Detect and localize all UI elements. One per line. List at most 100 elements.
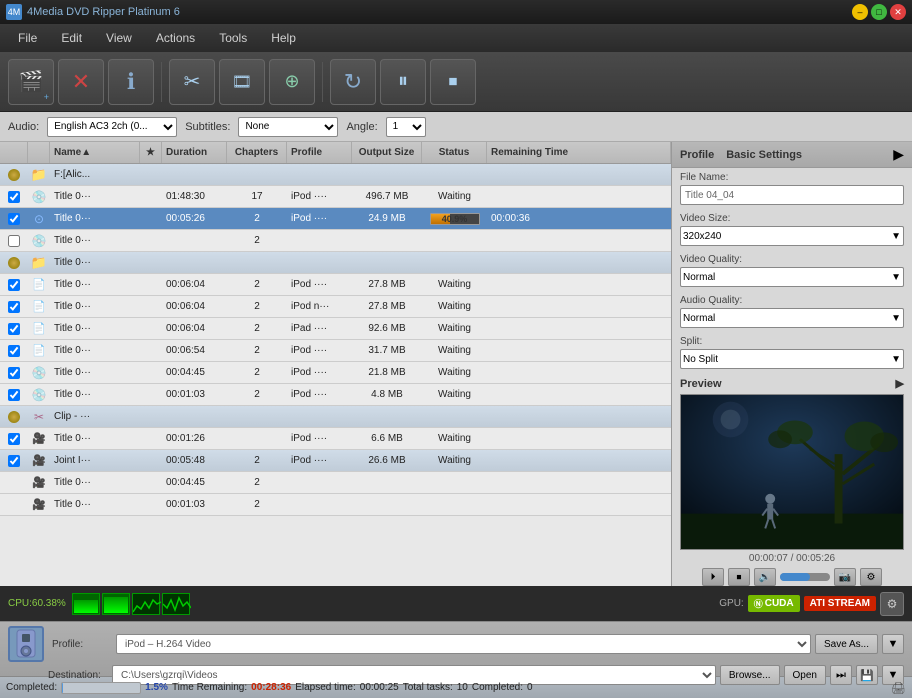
row-checkbox[interactable]: [8, 301, 20, 313]
group4-checkbox[interactable]: [8, 455, 20, 467]
row-check[interactable]: [0, 323, 28, 335]
list-item[interactable]: 📄 Title 0··· 00:06:54 2 iPod ···· 31.7 M…: [0, 340, 671, 362]
close-button[interactable]: ✕: [890, 4, 906, 20]
menu-actions[interactable]: Actions: [146, 28, 205, 48]
list-item[interactable]: 🎥 Title 0··· 00:01:26 iPod ···· 6.6 MB W…: [0, 428, 671, 450]
row-checkbox[interactable]: [8, 367, 20, 379]
angle-select[interactable]: 1: [386, 117, 426, 137]
row-checkbox[interactable]: [8, 389, 20, 401]
row-checkbox[interactable]: [8, 323, 20, 335]
list-item[interactable]: 💿 Title 0··· 00:04:45 2 iPod ···· 21.8 M…: [0, 362, 671, 384]
profile-select[interactable]: iPod – H.264 Video: [116, 634, 811, 654]
row-check[interactable]: [0, 191, 28, 203]
list-item[interactable]: 💿 Title 0··· 01:48:30 17 iPod ···· 496.7…: [0, 186, 671, 208]
list-item[interactable]: 🎥 Title 0··· 00:01:03 2: [0, 494, 671, 516]
video-quality-select[interactable]: Normal ▼: [680, 267, 904, 287]
row-duration: 00:01:03: [162, 499, 227, 510]
row-checkbox[interactable]: [8, 345, 20, 357]
list-item-selected[interactable]: ⊙ Title 0··· 00:05:26 2 iPod ···· 24.9 M…: [0, 208, 671, 230]
file-name-input[interactable]: [680, 185, 904, 205]
merge-button[interactable]: ⊕: [269, 59, 315, 105]
volume-button[interactable]: 🔊: [754, 568, 776, 586]
list-item[interactable]: 💿 Title 0··· 00:01:03 2 iPod ···· 4.8 MB…: [0, 384, 671, 406]
minus-icon: [8, 411, 20, 423]
gpu-settings-button[interactable]: ⚙: [880, 592, 904, 616]
stop-preview-button[interactable]: ⏹: [728, 568, 750, 586]
group4-duration: 00:05:48: [162, 455, 227, 466]
row-check[interactable]: [0, 345, 28, 357]
profile-menu-button[interactable]: ▼: [882, 634, 904, 654]
add-dvd-button[interactable]: 🎬 +: [8, 59, 54, 105]
subtitles-select[interactable]: None: [238, 117, 338, 137]
list-item[interactable]: 📄 Title 0··· 00:06:04 2 iPod n··· 27.8 M…: [0, 296, 671, 318]
header-icon: [28, 142, 50, 163]
file-icon: 📄: [32, 322, 46, 335]
menu-file[interactable]: File: [8, 28, 47, 48]
expand-icon[interactable]: ▶: [893, 146, 904, 163]
tab-basic-settings[interactable]: Basic Settings: [726, 149, 802, 161]
window-controls[interactable]: – □ ✕: [852, 4, 906, 20]
group2-check[interactable]: [0, 257, 28, 269]
row-check[interactable]: [0, 367, 28, 379]
group4-check[interactable]: [0, 455, 28, 467]
stop-button[interactable]: ⏹: [430, 59, 476, 105]
trim-button[interactable]: 🎞: [219, 59, 265, 105]
split-value: No Split: [683, 354, 718, 365]
row-checkbox[interactable]: [8, 191, 20, 203]
volume-slider[interactable]: [780, 573, 830, 581]
row-check[interactable]: [0, 301, 28, 313]
row-size: 27.8 MB: [352, 279, 422, 290]
video-size-select[interactable]: 320x240 ▼: [680, 226, 904, 246]
menu-help[interactable]: Help: [261, 28, 306, 48]
convert-button[interactable]: ↻: [330, 59, 376, 105]
split-select[interactable]: No Split ▼: [680, 349, 904, 369]
status-progress-fill: [62, 683, 63, 693]
row-check[interactable]: [0, 235, 28, 247]
row-checkbox[interactable]: [8, 213, 20, 225]
preview-expand-icon[interactable]: ▶: [896, 377, 904, 390]
save-as-button[interactable]: Save As...: [815, 634, 878, 654]
menu-view[interactable]: View: [96, 28, 142, 48]
header-name[interactable]: Name▲: [50, 142, 140, 163]
menu-tools[interactable]: Tools: [209, 28, 257, 48]
row-check[interactable]: [0, 213, 28, 225]
list-item[interactable]: 📄 Title 0··· 00:06:04 2 iPod ···· 27.8 M…: [0, 274, 671, 296]
row-duration: 00:01:26: [162, 433, 227, 444]
group4-size: 26.6 MB: [352, 455, 422, 466]
browse-button[interactable]: Browse...: [720, 665, 780, 685]
list-item[interactable]: 🎥 Title 0··· 00:04:45 2: [0, 472, 671, 494]
cut-button[interactable]: ✂: [169, 59, 215, 105]
group1-check[interactable]: [0, 169, 28, 181]
info-button[interactable]: ℹ: [108, 59, 154, 105]
row-check[interactable]: [0, 279, 28, 291]
subtitles-label: Subtitles:: [185, 121, 230, 133]
open-button[interactable]: Open: [784, 665, 826, 685]
row-check[interactable]: [0, 389, 28, 401]
group3-check[interactable]: [0, 411, 28, 423]
row-checkbox[interactable]: [8, 279, 20, 291]
dropdown-icon: ▼: [891, 354, 901, 365]
audio-select[interactable]: English AC3 2ch (0...: [47, 117, 177, 137]
audio-quality-select[interactable]: Normal ▼: [680, 308, 904, 328]
maximize-button[interactable]: □: [871, 4, 887, 20]
row-name: Title 0···: [50, 345, 140, 356]
save-dest-button[interactable]: 💾: [856, 665, 878, 685]
tab-profile[interactable]: Profile: [680, 149, 714, 161]
screenshot-button[interactable]: 📷: [834, 568, 856, 586]
row-chapters: 2: [227, 345, 287, 356]
row-checkbox[interactable]: [8, 433, 20, 445]
video-size-label: Video Size:: [680, 213, 904, 224]
row-checkbox[interactable]: [8, 235, 20, 247]
minimize-button[interactable]: –: [852, 4, 868, 20]
remove-button[interactable]: ✕: [58, 59, 104, 105]
menu-edit[interactable]: Edit: [51, 28, 92, 48]
forward-button[interactable]: ⏭: [830, 665, 852, 685]
pause-button[interactable]: ⏸: [380, 59, 426, 105]
list-item[interactable]: 📄 Title 0··· 00:06:04 2 iPad ···· 92.6 M…: [0, 318, 671, 340]
list-item[interactable]: 💿 Title 0··· 2: [0, 230, 671, 252]
settings-preview-button[interactable]: ⚙: [860, 568, 882, 586]
play-button[interactable]: ⏵: [702, 568, 724, 586]
group1-icon: 📁: [28, 167, 50, 183]
row-status: Waiting: [422, 345, 487, 356]
row-check[interactable]: [0, 433, 28, 445]
